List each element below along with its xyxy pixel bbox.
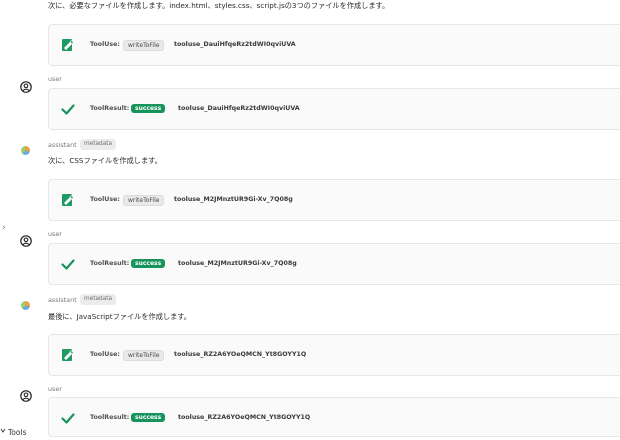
check-icon [61,259,75,270]
tools-toggle[interactable]: Tools [8,428,26,437]
tool-use-label: ToolUse: [90,351,120,358]
tool-result-id: tooluse_RZ2A6YOeQMCN_Yt8GOYY1Q [178,414,311,421]
assistant-avatar-icon [21,301,30,310]
assistant-message-text: 次に、必要なファイルを作成します。index.html、styles.css、s… [48,1,390,10]
tool-use-card: ToolUse: writeToFile tooluse_DauiHfqeRz2… [48,24,620,66]
tool-name-chip: writeToFile [123,350,165,361]
expand-chevron-icon[interactable]: › [2,223,6,233]
tool-use-label: ToolUse: [90,196,120,203]
tool-use-card: ToolUse: writeToFile tooluse_RZ2A6YOeQMC… [48,334,620,376]
tool-result-card: ToolResult: success tooluse_M2JMnztUR9Gi… [48,243,620,285]
tool-name-chip: writeToFile [123,40,165,51]
tool-result-label: ToolResult: [90,414,130,421]
tool-name-chip: writeToFile [123,195,165,206]
tool-use-id: tooluse_M2JMnztUR9Gi-Xv_7Q08g [174,196,293,203]
success-badge: success [131,259,166,268]
tool-use-label: ToolUse: [90,41,120,48]
user-icon [20,235,32,247]
file-edit-icon [62,349,74,361]
check-icon [61,104,75,115]
tool-result-id: tooluse_M2JMnztUR9Gi-Xv_7Q08g [178,260,297,267]
assistant-avatar-icon [21,146,30,155]
tool-use-id: tooluse_RZ2A6YOeQMCN_Yt8GOYY1Q [174,351,307,358]
tool-result-card: ToolResult: success tooluse_RZ2A6YOeQMCN… [48,397,620,437]
file-edit-icon [62,194,74,206]
tool-result-label: ToolResult: [90,260,130,267]
metadata-badge[interactable]: metadata [80,139,117,150]
assistant-message-text: 最後に、JavaScriptファイルを作成します。 [48,312,191,321]
tool-use-card: ToolUse: writeToFile tooluse_M2JMnztUR9G… [48,179,620,221]
user-icon [20,81,32,93]
tool-result-id: tooluse_DauiHfqeRz2tdWI0qviUVA [178,105,300,112]
tool-use-id: tooluse_DauiHfqeRz2tdWI0qviUVA [174,41,296,48]
role-label-user: user [48,230,62,238]
tools-chevron-icon[interactable] [0,427,6,435]
assistant-message-text: 次に、CSSファイルを作成します。 [48,156,162,165]
role-label-user: user [48,75,62,83]
check-icon [61,413,75,424]
metadata-badge[interactable]: metadata [80,294,117,305]
role-label-user: user [48,385,62,393]
role-label-assistant: assistant [48,296,77,304]
file-edit-icon [62,39,74,51]
role-label-assistant: assistant [48,141,77,149]
success-badge: success [131,413,166,422]
tool-result-card: ToolResult: success tooluse_DauiHfqeRz2t… [48,88,620,130]
tool-result-label: ToolResult: [90,105,130,112]
user-icon [20,390,32,402]
success-badge: success [131,104,166,113]
